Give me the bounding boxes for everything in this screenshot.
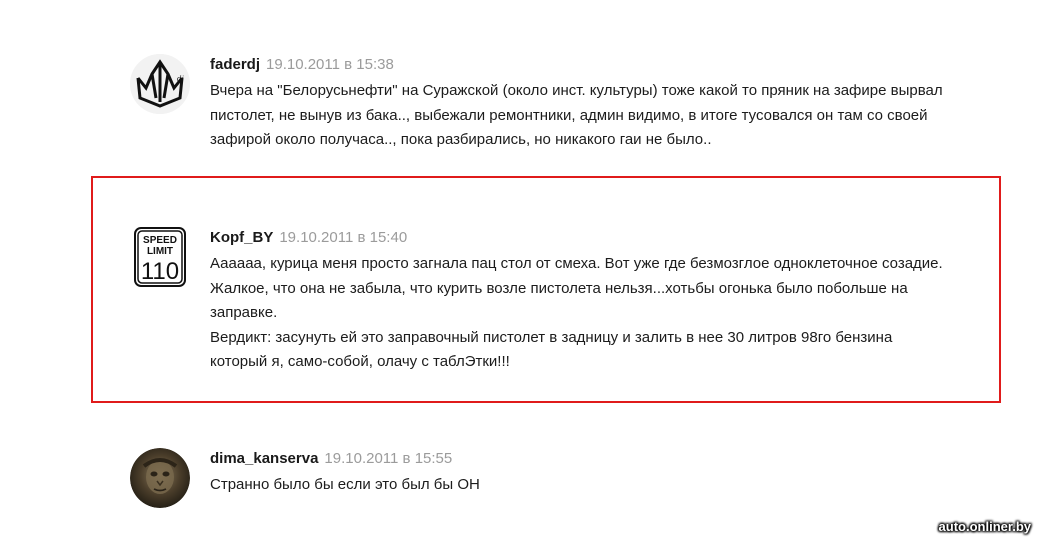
comment-timestamp: 19.10.2011 в 15:40 (279, 229, 407, 246)
comment-line: Странно было бы если это был бы ОН (210, 476, 480, 493)
comment-time: 15:40 (369, 229, 408, 246)
comment-text: Аааааа, курица меня просто загнала пац с… (210, 252, 990, 375)
comment-line: зафирой около получаса.., пока разбирали… (210, 131, 712, 148)
author-link[interactable]: faderdj (210, 56, 260, 73)
author-link[interactable]: Kopf_BY (210, 229, 273, 246)
comment-line: заправке. (210, 304, 278, 321)
comment-line: который я, само-собой, олачу с таблЭтки!… (210, 353, 510, 370)
comment-header: dima_kanserva 19.10.2011 в 15:55 (210, 448, 990, 470)
date-separator: в (357, 229, 366, 246)
comment-line: Вердикт: засунуть ей это заправочный пис… (210, 328, 893, 346)
sign-number-text: 110 (141, 258, 179, 285)
svg-text:dj: dj (177, 75, 184, 83)
comment-body: Kopf_BY 19.10.2011 в 15:40 Аааааа, курица… (210, 227, 990, 375)
comment-header: faderdj 19.10.2011 в 15:38 (210, 54, 990, 76)
date-separator: в (402, 450, 411, 467)
site-watermark: auto.onliner.by (938, 519, 1031, 534)
comment-body: faderdj 19.10.2011 в 15:38 Вчера на "Бело… (210, 54, 990, 153)
comment-timestamp: 19.10.2011 в 15:38 (266, 56, 394, 73)
comment-text: Странно было бы если это был бы ОН (210, 473, 990, 498)
author-link[interactable]: dima_kanserva (210, 450, 318, 467)
speed-limit-sign-icon: SPEED LIMIT 110 (134, 227, 186, 287)
comment-line: пистолет, не вынув из бака.., выбежали р… (210, 106, 928, 124)
user-photo-icon (130, 448, 190, 508)
comment-timestamp: 19.10.2011 в 15:55 (324, 450, 452, 467)
comment-text: Вчера на "Белорусьнефти" на Суражской (о… (210, 79, 990, 153)
comment-body: dima_kanserva 19.10.2011 в 15:55 Странно … (210, 448, 990, 498)
comment-line: Жалкое, что она не забыла, что курить во… (210, 279, 908, 297)
sign-top-text: SPEED (143, 235, 177, 246)
comment-time: 15:38 (356, 56, 394, 73)
comment-header: Kopf_BY 19.10.2011 в 15:40 (210, 227, 990, 249)
avatar[interactable]: dj (130, 54, 190, 114)
comment-date: 19.10.2011 (266, 56, 340, 73)
comments-page: dj faderdj 19.10.2011 в 15:38 Вчера на "Б… (0, 0, 1053, 547)
avatar[interactable]: SPEED LIMIT 110 (130, 227, 190, 287)
trident-logo-icon: dj (130, 54, 190, 114)
comment-date: 19.10.2011 (324, 450, 399, 467)
comment-date: 19.10.2011 (279, 229, 354, 246)
sign-mid-text: LIMIT (147, 246, 173, 257)
avatar[interactable] (130, 448, 190, 508)
comment-line: Вчера на "Белорусьнефти" на Суражской (о… (210, 82, 943, 99)
comment-line: Аааааа, курица меня просто загнала пац с… (210, 255, 943, 272)
comment-time: 15:55 (414, 450, 453, 467)
date-separator: в (344, 56, 353, 73)
